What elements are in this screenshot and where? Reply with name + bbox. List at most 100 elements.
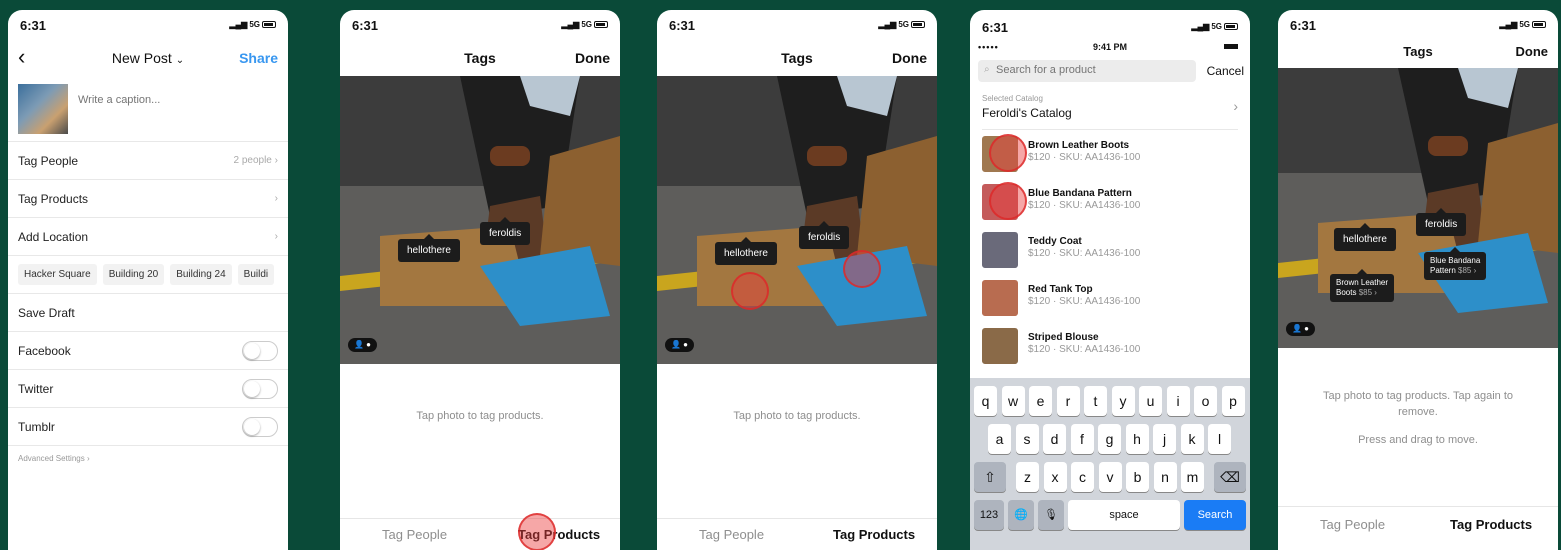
- location-chip[interactable]: Building 24: [170, 264, 232, 285]
- product-tag[interactable]: Blue Bandana Pattern $85 ›: [1424, 247, 1487, 280]
- product-item[interactable]: Blue Bandana Pattern $120 · SKU: AA1436-…: [970, 178, 1250, 226]
- people-tag[interactable]: hellothere: [398, 234, 460, 262]
- product-meta: $120 · SKU: AA1436-100: [1028, 344, 1141, 355]
- search-input[interactable]: [996, 64, 1186, 76]
- people-tag[interactable]: feroldis: [480, 217, 531, 245]
- advanced-settings-link[interactable]: Advanced Settings ›: [8, 446, 288, 471]
- twitter-toggle[interactable]: [242, 379, 278, 399]
- location-chip[interactable]: Building 20: [102, 264, 165, 285]
- key-z[interactable]: z: [1016, 462, 1039, 492]
- backspace-key[interactable]: ⌫: [1214, 462, 1246, 492]
- product-item[interactable]: Brown Leather Boots $120 · SKU: AA1436-1…: [970, 130, 1250, 178]
- tag-people-row[interactable]: Tag People 2 people ›: [8, 142, 288, 180]
- product-thumbnail: [982, 280, 1018, 316]
- key-o[interactable]: o: [1194, 386, 1217, 416]
- product-tag-name2: Pattern: [1430, 266, 1456, 275]
- people-tag[interactable]: feroldis: [799, 221, 850, 249]
- key-p[interactable]: p: [1221, 386, 1245, 416]
- facebook-toggle[interactable]: [242, 341, 278, 361]
- product-tag-price: $85 ›: [1358, 288, 1377, 297]
- keyboard: q w e r t y u i o p a s d f g h j k l ⇧ z x c v b n m ⌫ 123 🌐 🎙 space Se…: [970, 378, 1250, 550]
- done-button[interactable]: Done: [892, 50, 927, 66]
- key-a[interactable]: a: [988, 424, 1011, 454]
- key-s[interactable]: s: [1015, 424, 1039, 454]
- nav-bar: Tags Done: [657, 40, 937, 76]
- key-t[interactable]: t: [1084, 386, 1107, 416]
- key-h[interactable]: h: [1125, 424, 1149, 454]
- space-key[interactable]: space: [1068, 500, 1180, 530]
- key-y[interactable]: y: [1111, 386, 1135, 416]
- product-tag[interactable]: Brown Leather Boots $85 ›: [1330, 269, 1395, 302]
- product-name: Red Tank Top: [1028, 284, 1093, 295]
- microphone-icon[interactable]: 🎙: [1038, 500, 1064, 530]
- tap-indicator: [989, 134, 1027, 172]
- done-button[interactable]: Done: [575, 50, 610, 66]
- caption-area: [8, 76, 288, 142]
- product-thumbnail: [982, 232, 1018, 268]
- location-chip[interactable]: Hacker Square: [18, 264, 97, 285]
- key-x[interactable]: x: [1043, 462, 1067, 492]
- tag-people-count-text: 2 people: [233, 155, 272, 166]
- numbers-key[interactable]: 123: [974, 500, 1004, 530]
- instruction-text-secondary: Press and drag to move.: [1358, 434, 1478, 446]
- key-i[interactable]: i: [1166, 386, 1190, 416]
- key-f[interactable]: f: [1070, 424, 1094, 454]
- tag-tab-bar: Tag People Tag Products: [340, 513, 620, 550]
- tap-indicator: [989, 182, 1027, 220]
- key-d[interactable]: d: [1043, 424, 1066, 454]
- tab-tag-people[interactable]: Tag People: [1320, 517, 1385, 532]
- shift-key[interactable]: ⇧: [974, 462, 1006, 492]
- key-v[interactable]: v: [1098, 462, 1122, 492]
- tab-tag-people[interactable]: Tag People: [699, 527, 764, 542]
- status-bar: 6:31 ▂▄▆ 5G: [8, 10, 288, 40]
- globe-icon[interactable]: 🌐: [1008, 500, 1034, 530]
- key-k[interactable]: k: [1180, 424, 1204, 454]
- key-e[interactable]: e: [1029, 386, 1052, 416]
- key-l[interactable]: l: [1208, 424, 1231, 454]
- key-q[interactable]: q: [974, 386, 997, 416]
- done-button[interactable]: Done: [1516, 44, 1549, 59]
- save-draft-row[interactable]: Save Draft: [8, 294, 288, 332]
- key-r[interactable]: r: [1056, 386, 1080, 416]
- signal-indicator: ▂▄▆ 5G: [1499, 20, 1546, 29]
- key-m[interactable]: m: [1181, 462, 1204, 492]
- key-j[interactable]: j: [1153, 424, 1176, 454]
- key-b[interactable]: b: [1126, 462, 1149, 492]
- battery-icon: [1224, 44, 1238, 49]
- product-item[interactable]: Red Tank Top $120 · SKU: AA1436-100: [970, 274, 1250, 322]
- people-tag[interactable]: hellothere: [1334, 223, 1396, 251]
- people-tag[interactable]: feroldis: [1416, 208, 1467, 236]
- tags-indicator-icon: 👤 ●: [348, 338, 378, 352]
- add-location-row[interactable]: Add Location ›: [8, 218, 288, 256]
- tag-photo[interactable]: hellothere feroldis 👤 ●: [340, 76, 620, 364]
- search-key[interactable]: Search: [1184, 500, 1246, 530]
- instruction-text: Tap photo to tag products. Tap again to …: [1323, 390, 1513, 418]
- caption-input[interactable]: [78, 94, 268, 106]
- key-w[interactable]: w: [1001, 386, 1025, 416]
- tag-products-row[interactable]: Tag Products ›: [8, 180, 288, 218]
- signal-indicator: ▂▄▆ 5G: [878, 20, 925, 29]
- product-name: Brown Leather Boots: [1028, 140, 1130, 151]
- tumblr-toggle[interactable]: [242, 417, 278, 437]
- product-name: Blue Bandana Pattern: [1028, 188, 1132, 199]
- key-u[interactable]: u: [1139, 386, 1162, 416]
- key-g[interactable]: g: [1098, 424, 1121, 454]
- location-chip[interactable]: Buildi: [237, 264, 275, 285]
- key-c[interactable]: c: [1071, 462, 1094, 492]
- catalog-selector[interactable]: Selected Catalog Feroldi's Catalog ›: [982, 86, 1238, 130]
- people-tag[interactable]: hellothere: [715, 237, 777, 265]
- status-bar: 6:31 ▂▄▆ 5G: [970, 10, 1250, 40]
- tab-tag-people[interactable]: Tag People: [382, 527, 447, 542]
- cancel-button[interactable]: Cancel: [1207, 64, 1244, 78]
- tag-photo[interactable]: hellothere feroldis 👤 ●: [657, 76, 937, 364]
- share-button[interactable]: Share: [239, 50, 278, 66]
- product-item[interactable]: Teddy Coat $120 · SKU: AA1436-100: [970, 226, 1250, 274]
- signal-indicator: ▂▄▆ 5G: [561, 20, 608, 29]
- tab-tag-products[interactable]: Tag Products: [1450, 517, 1532, 532]
- key-n[interactable]: n: [1153, 462, 1177, 492]
- tag-photo[interactable]: hellothere feroldis Brown Leather Boots …: [1278, 68, 1558, 348]
- search-field[interactable]: ⌕: [978, 60, 1196, 82]
- catalog-label: Selected Catalog: [982, 94, 1043, 103]
- tab-tag-products[interactable]: Tag Products: [833, 527, 915, 542]
- product-item[interactable]: Striped Blouse $120 · SKU: AA1436-100: [970, 322, 1250, 370]
